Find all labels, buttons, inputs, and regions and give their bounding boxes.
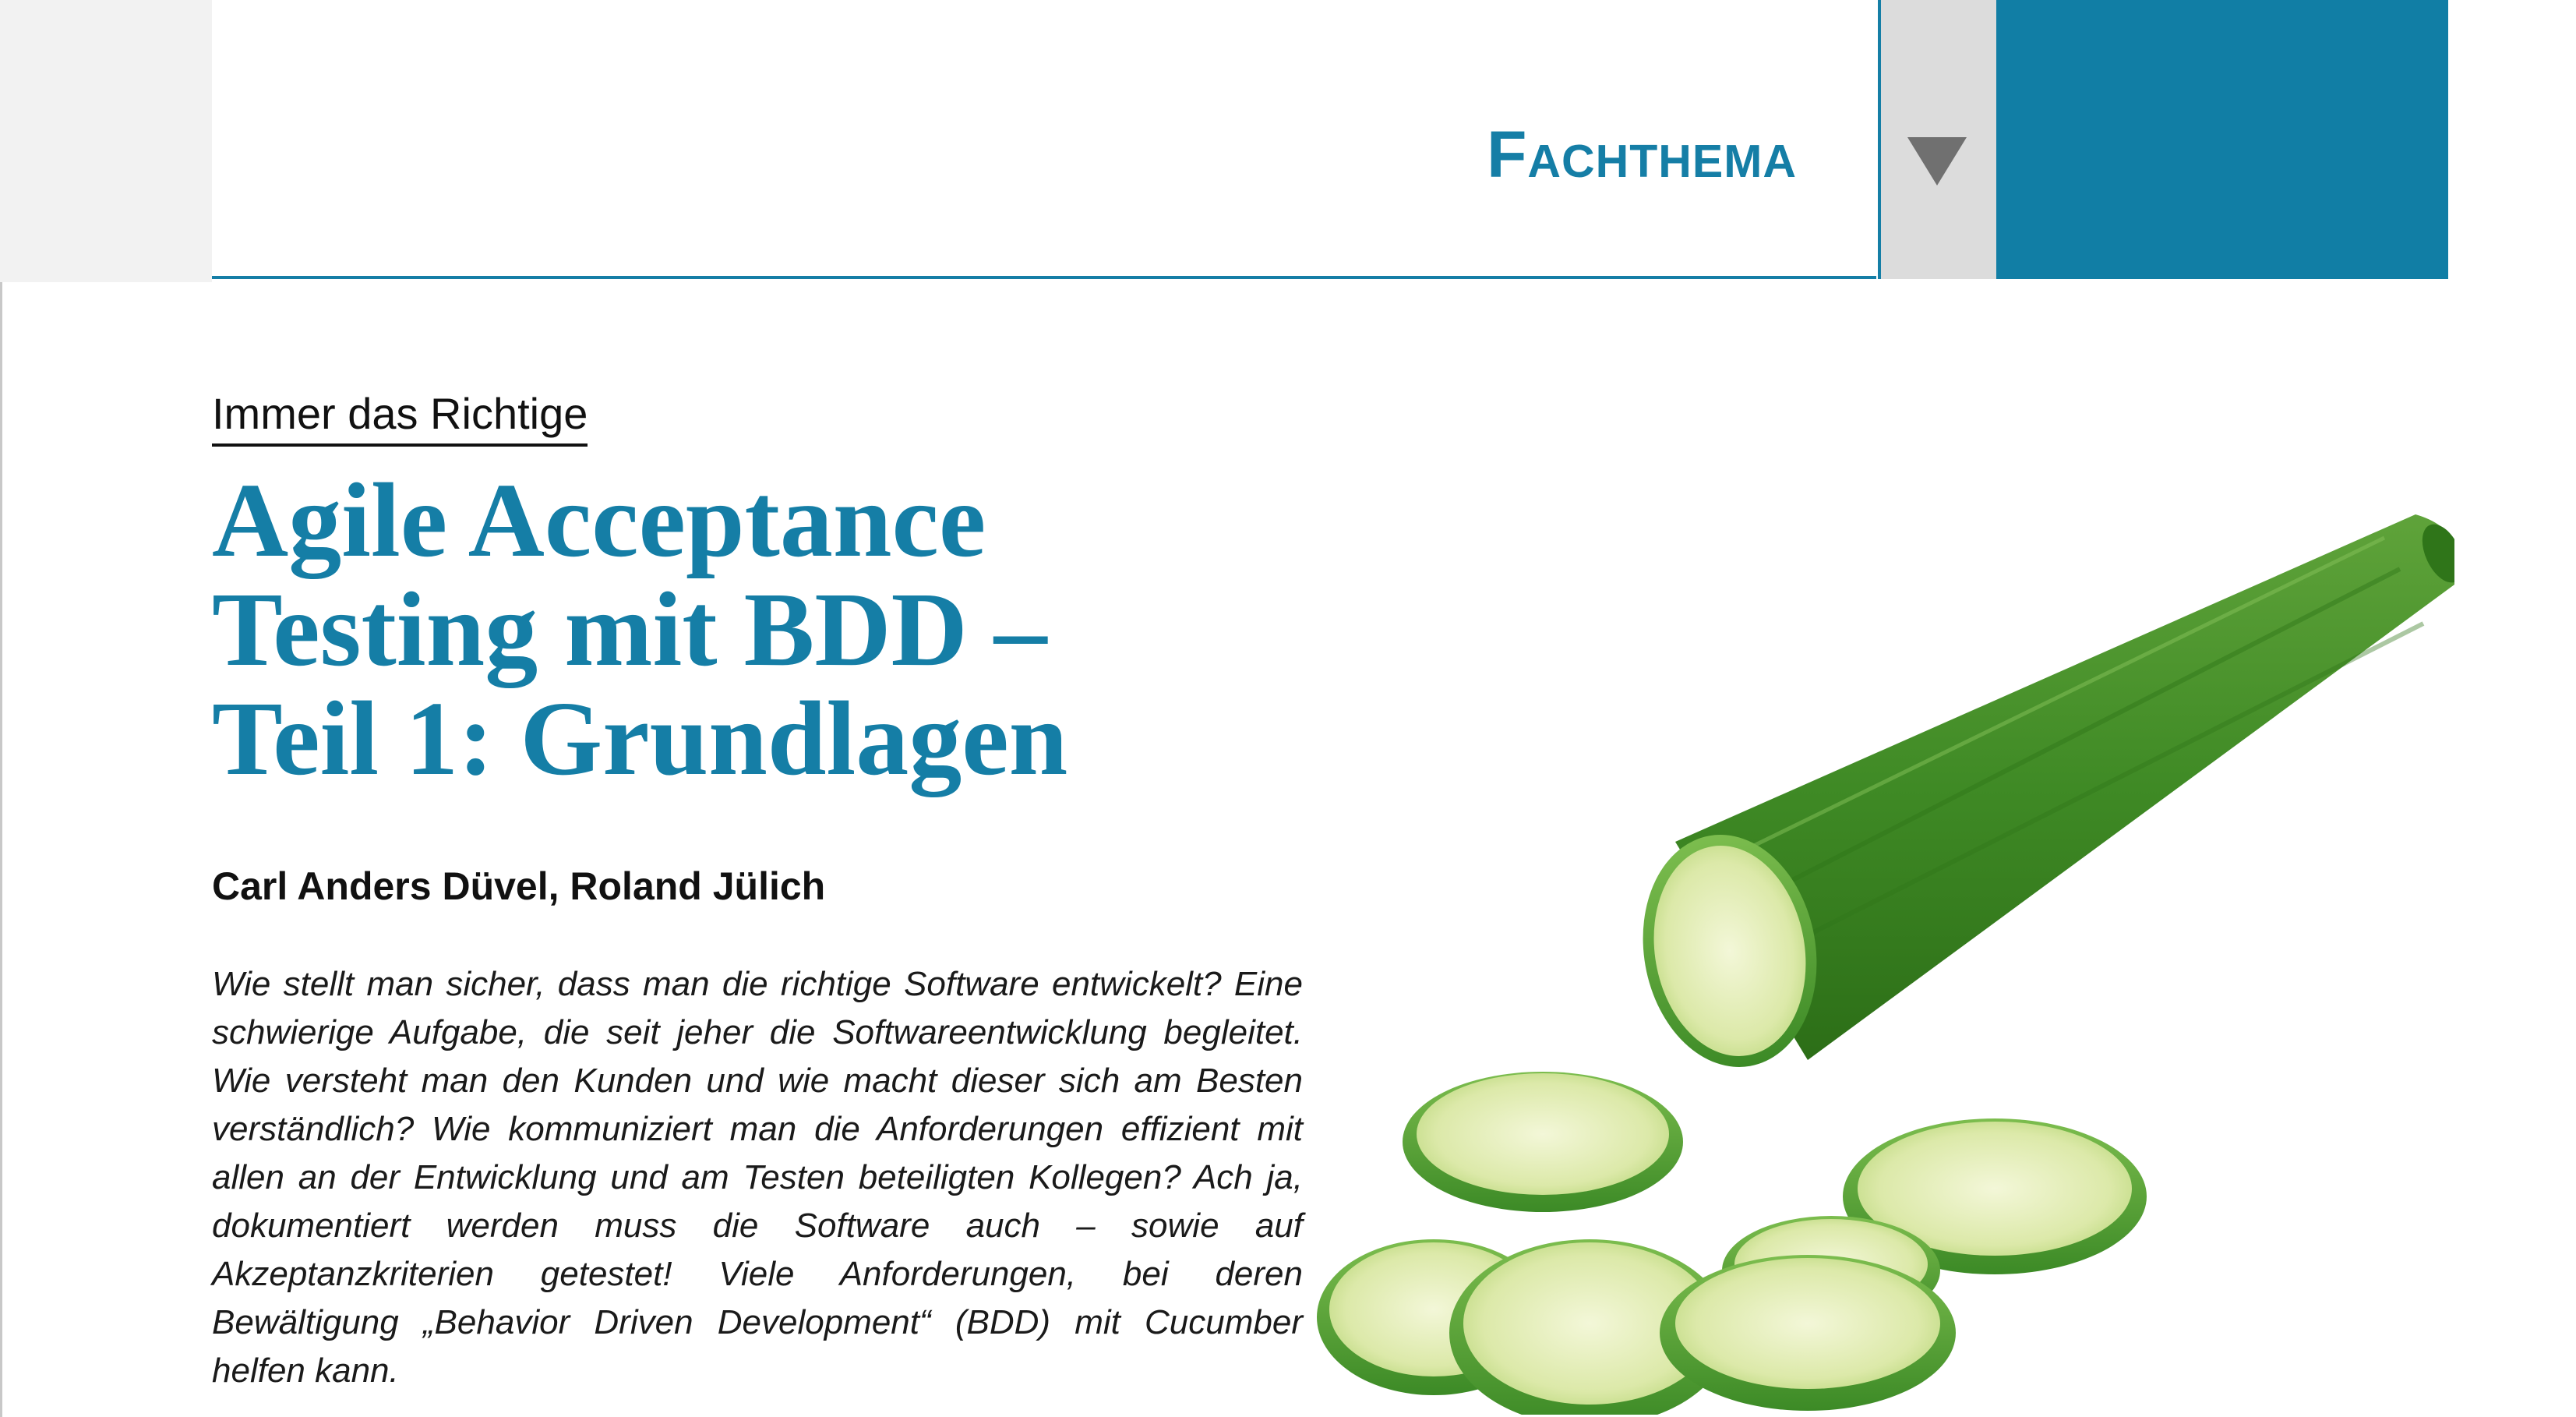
article-kicker: Immer das Richtige	[212, 388, 588, 447]
title-line-1: Agile Acceptance	[212, 462, 986, 579]
title-line-3: Teil 1: Grundlagen	[212, 680, 1068, 797]
article-authors: Carl Anders Düvel, Roland Jülich	[212, 864, 826, 908]
cucumber-image	[1317, 514, 2454, 1415]
slice-left	[1403, 1072, 1683, 1212]
triangle-down-icon	[1907, 137, 1967, 186]
header-band: Fachthema	[0, 0, 2576, 282]
header-left-margin	[0, 0, 212, 282]
header-blue-block	[1996, 0, 2448, 279]
article-abstract: Wie stellt man sicher, dass man die rich…	[212, 965, 1303, 1390]
section-label: Fachthema	[1487, 118, 1797, 191]
slice-front	[1660, 1255, 1956, 1411]
header-right-margin	[2448, 0, 2576, 282]
article-title: Agile Acceptance Testing mit BDD – Teil …	[212, 466, 1381, 793]
title-line-2: Testing mit BDD –	[212, 571, 1047, 688]
